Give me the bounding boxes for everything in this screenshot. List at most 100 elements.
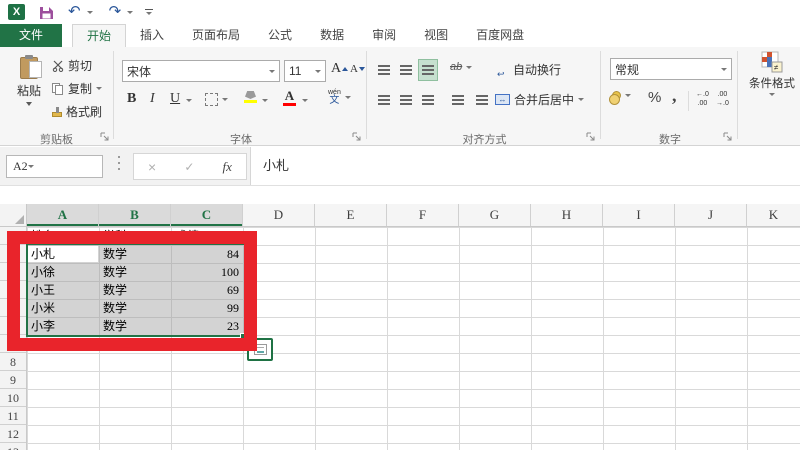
grow-font-button[interactable]: A [331,61,349,77]
ribbon-tab-bar: 文件 开始 插入 页面布局 公式 数据 审阅 视图 百度网盘 [0,24,800,47]
accounting-format-button[interactable] [609,91,631,105]
conditional-formatting-button[interactable]: ≠ 条件格式 [744,51,800,96]
alignment-dialog-launcher-icon[interactable] [586,132,596,142]
paste-button[interactable]: 粘贴 [9,55,49,106]
customize-qat-icon[interactable] [145,9,154,15]
top-align-icon [378,65,390,67]
row-header-9[interactable]: 9 [0,371,26,389]
fill-color-swatch [244,100,257,103]
font-size-combo[interactable]: 11 [284,60,326,82]
increase-decimal-button[interactable]: ←.0 .00 [696,91,709,109]
underline-dropdown-arrow[interactable] [186,99,192,102]
comma-style-button[interactable]: , [672,85,677,106]
increase-indent-icon [476,95,488,97]
alignment-group-label: 对齐方式 [462,134,507,146]
column-header-F[interactable]: F [387,204,459,226]
name-box[interactable]: A2 [6,155,103,178]
paste-dropdown-arrow [26,102,32,106]
font-group-label: 字体 [230,134,252,146]
group-separator [113,51,114,139]
merge-center-button[interactable]: ↔ 合并后居中 [495,91,585,108]
decrease-indent-button[interactable] [448,89,468,111]
select-all-corner[interactable] [0,204,27,227]
row-header-10[interactable]: 10 [0,389,26,407]
align-center-button[interactable] [396,89,416,111]
row-header-12[interactable]: 12 [0,425,26,443]
save-icon[interactable] [39,5,54,20]
middle-align-button[interactable] [396,59,416,81]
bottom-align-icon [422,65,434,67]
tab-file[interactable]: 文件 [0,24,62,47]
font-size-dropdown-arrow [315,69,321,73]
decrease-decimal-button[interactable]: .00 →.0 [716,91,729,109]
bold-button[interactable]: B [127,91,136,107]
redo-dropdown-arrow[interactable] [127,10,134,14]
column-header-D[interactable]: D [243,204,315,226]
annotation-red-rectangle [7,231,257,351]
cut-button[interactable]: 剪切 [52,57,92,74]
enter-icon[interactable]: ✓ [184,160,194,174]
merge-center-dropdown-arrow [578,98,585,101]
column-header-E[interactable]: E [315,204,387,226]
paste-label: 粘贴 [16,84,41,98]
format-painter-button[interactable]: 格式刷 [52,103,102,120]
tab-insert[interactable]: 插入 [126,24,178,47]
font-color-dropdown-arrow[interactable] [302,99,308,102]
font-color-swatch [283,103,296,106]
column-header-A[interactable]: A [27,204,99,226]
bottom-align-button[interactable] [418,59,438,81]
undo-dropdown-arrow[interactable] [86,10,93,14]
copy-icon [52,82,64,95]
redo-icon[interactable]: ↷ [109,4,122,20]
clipboard-dialog-launcher-icon[interactable] [100,132,110,142]
tab-page-layout[interactable]: 页面布局 [178,24,254,47]
font-dialog-launcher-icon[interactable] [352,132,362,142]
orientation-button[interactable]: ab [450,61,473,73]
column-header-B[interactable]: B [99,204,171,226]
tab-formulas[interactable]: 公式 [254,24,306,47]
fill-color-button[interactable] [244,91,257,103]
copy-button[interactable]: 复制 [52,80,103,97]
tab-baidu-netdisk[interactable]: 百度网盘 [462,24,538,47]
fill-color-dropdown-arrow[interactable] [262,99,268,102]
insert-function-icon[interactable]: fx [223,159,232,175]
column-header-J[interactable]: J [675,204,747,226]
tab-data[interactable]: 数据 [306,24,358,47]
row-header-8[interactable]: 8 [0,353,26,371]
column-header-H[interactable]: H [531,204,603,226]
number-format-combo[interactable]: 常规 [610,58,732,80]
quick-access-toolbar: X ↶ ↷ [0,0,800,24]
shrink-font-button[interactable]: A [350,63,365,75]
increase-indent-button[interactable] [472,89,492,111]
wrap-text-button[interactable]: ↩ 自动换行 [495,61,561,78]
borders-icon [205,93,218,106]
row-header-11[interactable]: 11 [0,407,26,425]
orientation-dropdown-arrow [466,65,473,69]
align-left-button[interactable] [374,89,394,111]
row-header-13[interactable]: 13 [0,443,26,450]
font-color-button[interactable]: A [283,89,296,106]
align-right-button[interactable] [418,89,438,111]
column-header-I[interactable]: I [603,204,675,226]
top-align-button[interactable] [374,59,394,81]
column-header-G[interactable]: G [459,204,531,226]
font-name-combo[interactable]: 宋体 [122,60,280,82]
tab-review[interactable]: 审阅 [358,24,410,47]
tab-home[interactable]: 开始 [72,24,127,47]
underline-button[interactable]: U [170,91,180,107]
excel-app-icon[interactable]: X [8,4,25,20]
column-header-C[interactable]: C [171,204,243,226]
column-header-K[interactable]: K [747,204,800,226]
format-painter-icon [52,107,62,117]
borders-button[interactable] [205,93,228,106]
percent-style-button[interactable]: % [648,89,661,106]
phonetic-guide-button[interactable]: wén 文 [328,89,351,106]
number-dialog-launcher-icon[interactable] [723,132,733,142]
italic-button[interactable]: I [150,91,155,107]
formula-input[interactable]: 小札 [250,147,800,185]
cancel-icon[interactable]: × [148,159,156,175]
borders-dropdown-arrow [222,98,228,101]
undo-icon[interactable]: ↶ [68,4,81,20]
tab-view[interactable]: 视图 [410,24,462,47]
align-right-icon [422,95,434,97]
